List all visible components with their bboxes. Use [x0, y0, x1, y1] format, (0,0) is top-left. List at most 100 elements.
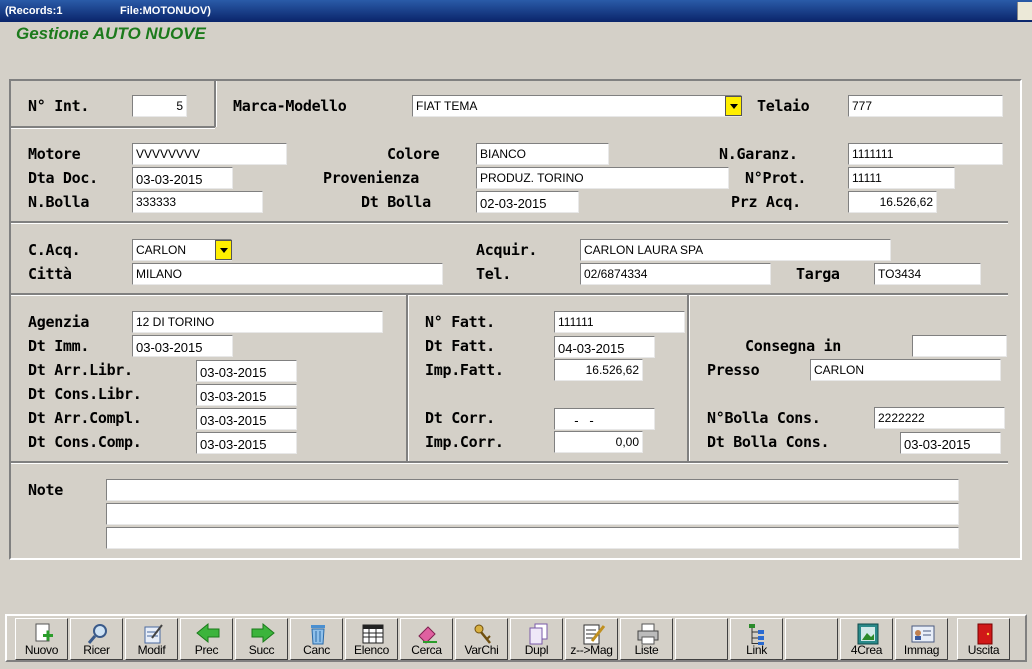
- dtbollacons-label: Dt Bolla Cons.: [707, 433, 830, 451]
- immag-button[interactable]: Immag: [895, 618, 948, 660]
- crea4-button[interactable]: 4Crea: [840, 618, 893, 660]
- impfatt-field[interactable]: 16.526,62: [554, 359, 643, 381]
- presso-label: Presso: [707, 361, 760, 379]
- succ-button[interactable]: Succ: [235, 618, 288, 660]
- ricer-button[interactable]: Ricer: [70, 618, 123, 660]
- citta-label: Città: [28, 265, 72, 283]
- tel-label: Tel.: [476, 265, 511, 283]
- marca-label: Marca-Modello: [233, 97, 347, 115]
- empty-button-1[interactable]: [675, 618, 728, 660]
- col-divider-2: [687, 295, 690, 462]
- n-int-field[interactable]: 5: [132, 95, 187, 117]
- canc-button[interactable]: Canc: [290, 618, 343, 660]
- uscita-button[interactable]: Uscita: [957, 618, 1010, 660]
- dtconscomp-field[interactable]: 03-03-2015: [196, 432, 297, 454]
- motore-field[interactable]: VVVVVVVV: [132, 143, 287, 165]
- window-titlebar: (Records:1 File:MOTONUOV): [0, 0, 1032, 22]
- presso-field[interactable]: CARLON: [810, 359, 1001, 381]
- acquir-field[interactable]: CARLON LAURA SPA: [580, 239, 891, 261]
- bottom-toolbar: Nuovo Ricer Modif Prec Succ Canc Elenco …: [5, 614, 1027, 662]
- modif-button[interactable]: Modif: [125, 618, 178, 660]
- dtconslibr-field[interactable]: 03-03-2015: [196, 384, 297, 406]
- impfatt-label: Imp.Fatt.: [425, 361, 504, 379]
- przacq-label: Prz Acq.: [731, 193, 801, 211]
- dtbollacons-field[interactable]: 03-03-2015: [900, 432, 1001, 454]
- file-name: File:MOTONUOV): [120, 5, 211, 17]
- dtconslibr-label: Dt Cons.Libr.: [28, 385, 142, 403]
- empty-button-2[interactable]: [785, 618, 838, 660]
- cacq-label: C.Acq.: [28, 241, 81, 259]
- int-box-divider: [214, 81, 217, 127]
- nfatt-field[interactable]: 111111: [554, 311, 685, 333]
- colore-label: Colore: [387, 145, 440, 163]
- dtbolla-field[interactable]: 02-03-2015: [476, 191, 579, 213]
- agenzia-label: Agenzia: [28, 313, 90, 331]
- app-title: Gestione AUTO NUOVE: [16, 24, 206, 43]
- agenzia-field[interactable]: 12 DI TORINO: [132, 311, 383, 333]
- elenco-button[interactable]: Elenco: [345, 618, 398, 660]
- ngaranz-field[interactable]: 1111111: [848, 143, 1003, 165]
- nbolla-label: N.Bolla: [28, 193, 90, 211]
- int-box-bottom: [11, 126, 215, 129]
- col-divider-1: [406, 295, 409, 462]
- dtadoc-field[interactable]: 03-03-2015: [132, 167, 233, 189]
- marca-field[interactable]: FIAT TEMA: [412, 95, 742, 117]
- section-divider-2: [11, 293, 1008, 296]
- provenienza-label: Provenienza: [323, 169, 420, 187]
- impcorr-label: Imp.Corr.: [425, 433, 504, 451]
- n-int-label: N° Int.: [28, 97, 90, 115]
- dtcorr-field[interactable]: - -: [554, 408, 655, 430]
- section-divider-3: [11, 461, 1008, 464]
- records-count: (Records:1: [5, 5, 63, 17]
- targa-field[interactable]: TO3434: [874, 263, 981, 285]
- dtconscomp-label: Dt Cons.Comp.: [28, 433, 142, 451]
- nprot-label: N°Prot.: [745, 169, 807, 187]
- acquir-label: Acquir.: [476, 241, 538, 259]
- nuovo-button[interactable]: Nuovo: [15, 618, 68, 660]
- window-edge: [1017, 2, 1032, 20]
- nbolla-field[interactable]: 333333: [132, 191, 263, 213]
- liste-button[interactable]: Liste: [620, 618, 673, 660]
- targa-label: Targa: [796, 265, 840, 283]
- dtadoc-label: Dta Doc.: [28, 169, 98, 187]
- dtarrcompl-field[interactable]: 03-03-2015: [196, 408, 297, 430]
- dtimm-field[interactable]: 03-03-2015: [132, 335, 233, 357]
- nfatt-label: N° Fatt.: [425, 313, 495, 331]
- note-line-3[interactable]: [106, 527, 959, 549]
- impcorr-field[interactable]: 0,00: [554, 431, 643, 453]
- dtarrlibr-field[interactable]: 03-03-2015: [196, 360, 297, 382]
- telaio-field[interactable]: 777: [848, 95, 1003, 117]
- zmag-button[interactable]: z-->Mag: [565, 618, 618, 660]
- consegna-field[interactable]: [912, 335, 1007, 357]
- dupl-button[interactable]: Dupl: [510, 618, 563, 660]
- telaio-label: Telaio: [757, 97, 810, 115]
- link-button[interactable]: Link: [730, 618, 783, 660]
- note-label: Note: [28, 481, 63, 499]
- varchi-button[interactable]: VarChi: [455, 618, 508, 660]
- ngaranz-label: N.Garanz.: [719, 145, 798, 163]
- dtimm-label: Dt Imm.: [28, 337, 90, 355]
- citta-field[interactable]: MILANO: [132, 263, 443, 285]
- marca-dropdown-icon[interactable]: [725, 96, 742, 116]
- dtfatt-label: Dt Fatt.: [425, 337, 495, 355]
- dtbolla-label: Dt Bolla: [361, 193, 431, 211]
- nbollacons-field[interactable]: 2222222: [874, 407, 1005, 429]
- nbollacons-label: N°Bolla Cons.: [707, 409, 821, 427]
- tel-field[interactable]: 02/6874334: [580, 263, 771, 285]
- dtcorr-label: Dt Corr.: [425, 409, 495, 427]
- prec-button[interactable]: Prec: [180, 618, 233, 660]
- dtfatt-field[interactable]: 04-03-2015: [554, 336, 655, 358]
- consegna-label: Consegna in: [745, 337, 842, 355]
- note-line-1[interactable]: [106, 479, 959, 501]
- motore-label: Motore: [28, 145, 81, 163]
- colore-field[interactable]: BIANCO: [476, 143, 609, 165]
- cacq-dropdown-icon[interactable]: [215, 240, 232, 260]
- dtarrcompl-label: Dt Arr.Compl.: [28, 409, 142, 427]
- dtarrlibr-label: Dt Arr.Libr.: [28, 361, 133, 379]
- section-divider-1: [11, 221, 1008, 224]
- nprot-field[interactable]: 11111: [848, 167, 955, 189]
- cerca-button[interactable]: Cerca: [400, 618, 453, 660]
- provenienza-field[interactable]: PRODUZ. TORINO: [476, 167, 729, 189]
- przacq-field[interactable]: 16.526,62: [848, 191, 937, 213]
- note-line-2[interactable]: [106, 503, 959, 525]
